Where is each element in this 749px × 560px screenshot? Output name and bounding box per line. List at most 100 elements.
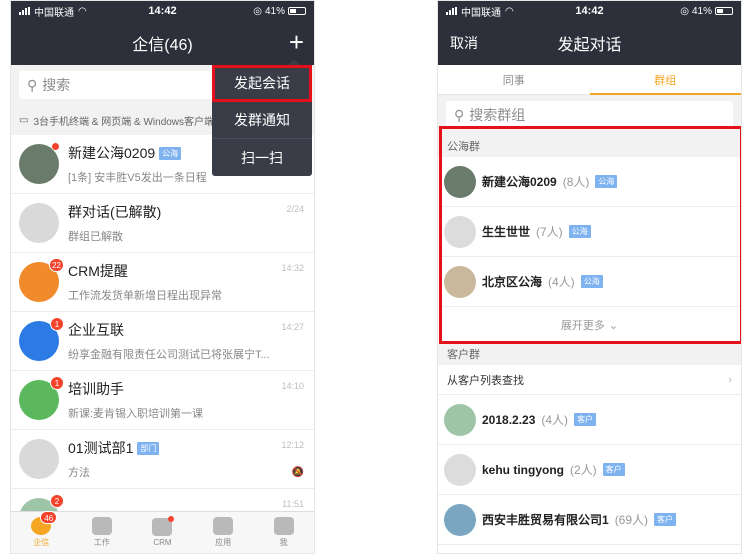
right-phone-screen: 中国联通 ◠ 14:42 ◎ 41% 取消 发起对话 同事 群组 ⚲ 搜索群组 … (437, 0, 742, 554)
group-avatar (444, 403, 476, 436)
search-groups-input[interactable]: ⚲ 搜索群组 (446, 101, 733, 129)
group-avatar (444, 215, 476, 248)
group-avatar (444, 503, 476, 536)
chat-preview: 方法 (68, 467, 90, 479)
chat-icon: 46 (31, 511, 58, 535)
wifi-icon: ◠ (505, 5, 514, 17)
tab-work[interactable]: 工作 (72, 512, 133, 553)
tab-label: 企信 (33, 538, 50, 547)
chat-list: 新建公海0209 公海 [1条] 安丰胜V5发出一条日程 群对话(已解散) 群组已解散 2… (11, 135, 314, 548)
chat-tag-badge: 公海 (159, 146, 182, 160)
group-member-count: (7人) (536, 225, 563, 239)
page-title: 发起对话 (557, 37, 622, 54)
monitor-icon: ▭ (19, 114, 29, 126)
battery-percent: 41% (264, 5, 285, 17)
chat-time: 14:27 (281, 322, 304, 332)
group-avatar (444, 165, 476, 198)
chevron-right-icon: › (728, 373, 732, 386)
group-name: 2018.2.23 (482, 412, 536, 427)
chat-list-item[interactable]: 1 企业互联 纷享金融有限责任公司测试已将张展宁T... 14:27 (11, 312, 314, 371)
group-member-count: (4人) (541, 413, 569, 427)
status-bar: 中国联通 ◠ 14:42 ◎ 41% (438, 1, 741, 21)
tab-profile[interactable]: 我 (253, 512, 314, 553)
carrier-label: 中国联通 (461, 7, 501, 19)
chat-body: 群对话(已解散) 群组已解散 (68, 202, 306, 244)
search-icon: ⚲ (27, 76, 38, 93)
tab-apps[interactable]: 应用 (193, 512, 254, 553)
sea-group-list: 新建公海0209 (8人) 公海 生生世世 (7人) 公海 北京区公海 (4人) 公海 (438, 157, 741, 307)
unread-badge: 1 (50, 376, 64, 390)
group-name: 西安丰胜贸易有限公司1 (482, 513, 609, 527)
group-avatar (444, 265, 476, 298)
group-tag-badge: 公海 (580, 275, 603, 288)
chat-preview: 工作流发货单新增日程出现异常 (68, 290, 222, 302)
page-title: 企信(46) (132, 37, 193, 54)
battery-status: ◎ 41% (253, 6, 306, 17)
chat-title-row: 群对话(已解散) (68, 202, 306, 222)
group-row[interactable]: 2018.2.23 (4人) 客户 (438, 395, 741, 445)
chat-list-item[interactable]: 1 培训助手 新课:麦肯锡入职培训第一课 14:10 (11, 371, 314, 430)
scan-menu-item[interactable]: 扫一扫 (212, 139, 312, 176)
chat-title-row: 01测试部1 部门 (68, 438, 306, 458)
crm-icon (152, 516, 175, 536)
group-row[interactable]: kehu tingyong (2人) 客户 (438, 445, 741, 495)
tab-label: 应用 (215, 538, 232, 547)
tab-chat[interactable]: 46 企信 (11, 511, 72, 553)
chat-list-item[interactable]: 22 CRM提醒 工作流发货单新增日程出现异常 14:32 (11, 253, 314, 312)
group-name: kehu tingyong (482, 462, 564, 477)
chat-tag-badge: 部门 (137, 441, 160, 455)
search-icon: ⚲ (454, 106, 465, 123)
avatar: 22 (19, 258, 64, 302)
start-chat-menu-item[interactable]: 发起会话 (212, 65, 312, 102)
group-row[interactable]: 西安丰胜贸易有限公司1 (69人) 客户 (438, 495, 741, 545)
tab-label: 我 (279, 538, 288, 547)
signal-icon (446, 7, 457, 15)
cancel-button[interactable]: 取消 (450, 33, 478, 53)
chat-preview: 纷享金融有限责任公司测试已将张展宁T... (68, 349, 270, 361)
expand-more-label: 展开更多 (560, 320, 605, 332)
chat-body: 01测试部1 部门方法 (68, 438, 306, 480)
add-icon[interactable]: + (289, 27, 304, 57)
tab-groups[interactable]: 群组 (589, 65, 742, 95)
customer-group-list: 2018.2.23 (4人) 客户 kehu tingyong (2人) 客户 西安丰胜贸易… (438, 395, 741, 545)
chat-time: 11:51 (282, 499, 304, 509)
avatar: 1 (19, 376, 64, 420)
chat-time: 12:12 (281, 440, 304, 450)
chat-body: CRM提醒工作流发货单新增日程出现异常 (68, 261, 306, 303)
chat-list-item[interactable]: 01测试部1 部门 方法 12:12 🔕 (11, 430, 314, 489)
tab-unread-dot (168, 516, 175, 522)
tab-colleagues[interactable]: 同事 (438, 65, 590, 94)
tab-label: 工作 (93, 538, 110, 547)
tab-unread-badge: 46 (40, 511, 58, 524)
chat-title-row: CRM提醒 (68, 261, 306, 281)
unread-dot (52, 143, 59, 150)
customer-group-section-header: 客户群 (438, 343, 741, 365)
battery-percent: 41% (691, 5, 712, 17)
chat-time: 14:10 (281, 381, 304, 391)
chat-list-item[interactable]: 群对话(已解散) 群组已解散 2/24 (11, 194, 314, 253)
battery-icon (715, 7, 733, 15)
sea-group-section-header: 公海群 (438, 135, 741, 157)
avatar (19, 143, 59, 184)
apps-icon (213, 517, 234, 535)
tab-crm[interactable]: CRM (132, 512, 193, 553)
avatar: 1 (19, 317, 64, 361)
expand-more-button[interactable]: 展开更多 ⌄ (438, 307, 741, 343)
device-notice-text: 3台手机终端 & 网页端 & Windows客户端 (33, 116, 215, 128)
segment-tabs: 同事 群组 (438, 65, 741, 95)
search-placeholder: 搜索群组 (469, 107, 526, 123)
group-notice-menu-item[interactable]: 发群通知 (212, 102, 312, 139)
work-icon (91, 517, 112, 535)
unread-badge: 1 (50, 317, 64, 331)
group-row[interactable]: 新建公海0209 (8人) 公海 (438, 157, 741, 207)
group-name: 北京区公海 (482, 275, 543, 289)
battery-status: ◎ 41% (680, 6, 733, 17)
bottom-tab-bar: 46 企信 工作 CRM 应用 我 (11, 511, 314, 553)
group-row[interactable]: 生生世世 (7人) 公海 (438, 207, 741, 257)
find-from-customer-list[interactable]: 从客户列表查找 › (438, 365, 741, 395)
group-member-count: (69人) (614, 513, 649, 527)
group-row[interactable]: 北京区公海 (4人) 公海 (438, 257, 741, 307)
group-tag-badge: 公海 (568, 225, 591, 238)
signal-icon (19, 7, 30, 15)
group-member-count: (4人) (548, 275, 575, 289)
